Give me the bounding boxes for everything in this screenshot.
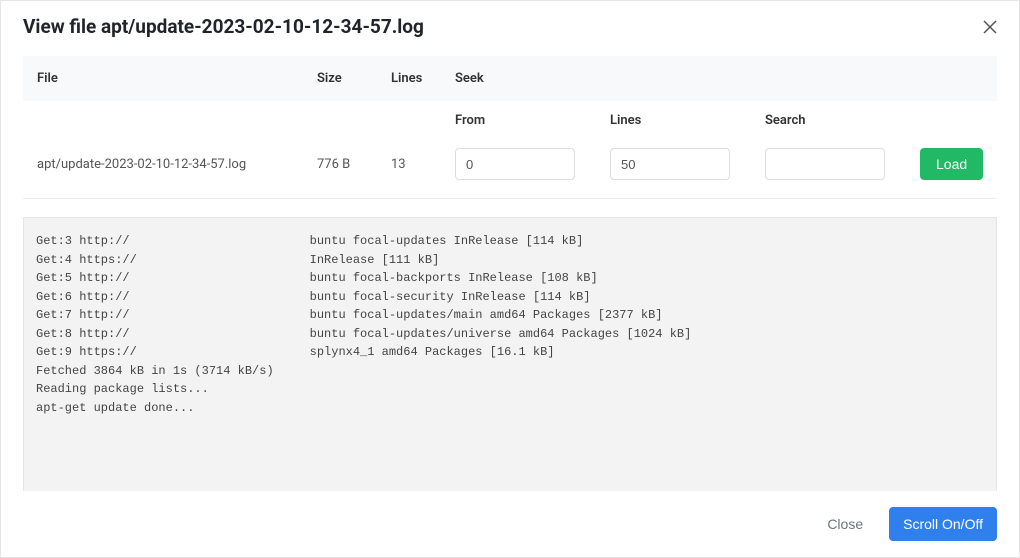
modal-footer: Close Scroll On/Off xyxy=(1,491,1019,557)
load-button[interactable]: Load xyxy=(920,148,983,180)
seek-from-input[interactable] xyxy=(455,148,575,180)
close-button[interactable]: Close xyxy=(817,508,873,540)
file-size-cell: 776 B xyxy=(317,157,391,172)
table-subheader-row: From Lines Search xyxy=(23,101,997,140)
log-content-viewer[interactable]: Get:3 http:// buntu focal-updates InRele… xyxy=(23,217,997,491)
col-header-size: Size xyxy=(317,71,391,86)
col-header-search: Search xyxy=(765,113,920,128)
col-header-seek-lines: Lines xyxy=(610,113,765,128)
search-input[interactable] xyxy=(765,148,885,180)
seek-lines-input[interactable] xyxy=(610,148,730,180)
table-data-row: apt/update-2023-02-10-12-34-57.log 776 B… xyxy=(23,140,997,198)
modal-body[interactable]: File Size Lines Seek From Lines Search a… xyxy=(1,56,1019,491)
col-header-file: File xyxy=(37,71,317,86)
close-icon[interactable] xyxy=(981,18,999,36)
table-header-row: File Size Lines Seek xyxy=(23,56,997,101)
log-viewer-modal: View file apt/update-2023-02-10-12-34-57… xyxy=(1,1,1019,557)
col-header-seek: Seek xyxy=(455,71,983,86)
file-info-table: File Size Lines Seek From Lines Search a… xyxy=(23,56,997,199)
modal-title: View file apt/update-2023-02-10-12-34-57… xyxy=(23,15,424,38)
file-name-cell: apt/update-2023-02-10-12-34-57.log xyxy=(37,157,317,172)
col-header-from: From xyxy=(455,113,610,128)
file-lines-cell: 13 xyxy=(391,157,455,172)
scroll-toggle-button[interactable]: Scroll On/Off xyxy=(889,507,997,541)
modal-header: View file apt/update-2023-02-10-12-34-57… xyxy=(1,1,1019,56)
col-header-lines: Lines xyxy=(391,71,455,86)
